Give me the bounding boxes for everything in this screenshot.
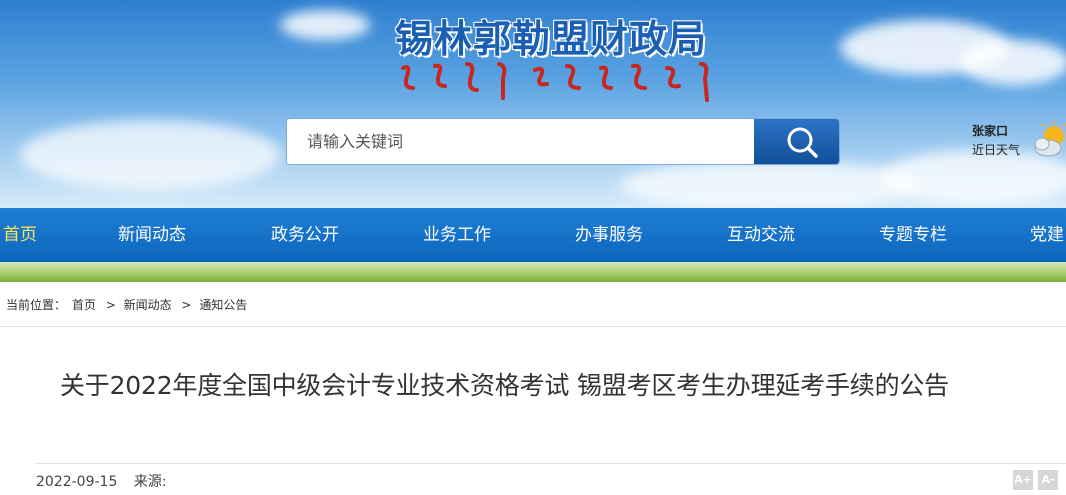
- header-banner: 锡林郭勒盟财政局 张家口 近日天气: [0, 0, 1066, 208]
- weather-widget: 张家口 近日天气: [972, 122, 1020, 160]
- mongolian-script-logo: [401, 62, 709, 102]
- breadcrumb-prefix: 当前位置：: [6, 298, 67, 312]
- search-icon: [787, 127, 818, 158]
- weather-label: 近日天气: [972, 143, 1021, 157]
- font-decrease-button[interactable]: A-: [1038, 470, 1058, 490]
- divider: [0, 326, 1066, 327]
- article-title: 关于2022年度全国中级会计专业技术资格考试 锡盟考区考生办理延考手续的公告: [60, 371, 949, 400]
- breadcrumb-notices[interactable]: 通知公告: [199, 298, 247, 312]
- nav-item-interaction[interactable]: 互动交流: [727, 208, 795, 262]
- font-increase-button[interactable]: A+: [1013, 470, 1033, 490]
- nav-item-news[interactable]: 新闻动态: [118, 208, 186, 262]
- site-title: 锡林郭勒盟财政局: [395, 16, 708, 61]
- breadcrumb-separator: >: [181, 298, 192, 312]
- nav-item-business[interactable]: 业务工作: [423, 208, 491, 262]
- cloud-decoration: [960, 40, 1066, 85]
- breadcrumb: 当前位置： 首页 > 新闻动态 > 通知公告: [6, 296, 249, 313]
- nav-item-services[interactable]: 办事服务: [575, 208, 643, 262]
- nav-item-gov-affairs[interactable]: 政务公开: [271, 208, 339, 262]
- breadcrumb-news[interactable]: 新闻动态: [124, 298, 172, 312]
- cloud-decoration: [620, 160, 920, 208]
- breadcrumb-separator: >: [105, 298, 116, 312]
- breadcrumb-home[interactable]: 首页: [72, 298, 96, 312]
- nav-item-party[interactable]: 党建: [1030, 208, 1064, 262]
- cloud-decoration: [280, 10, 370, 40]
- grassland-decoration: [0, 262, 1066, 282]
- search-button[interactable]: [754, 119, 839, 164]
- divider: [35, 463, 1066, 464]
- partly-cloudy-icon: [1034, 121, 1066, 157]
- search-input[interactable]: [287, 119, 755, 164]
- article-meta: 2022-09-15 来源:: [36, 471, 167, 491]
- cloud-decoration: [20, 120, 280, 190]
- weather-city: 张家口: [972, 124, 1009, 138]
- nav-item-topics[interactable]: 专题专栏: [879, 208, 947, 262]
- main-nav: 首页 新闻动态 政务公开 业务工作 办事服务 互动交流 专题专栏 党建: [0, 208, 1066, 262]
- article-source-label: 来源:: [133, 474, 167, 490]
- nav-item-home[interactable]: 首页: [3, 208, 37, 262]
- article-date: 2022-09-15: [36, 474, 118, 490]
- search-bar: [286, 118, 840, 165]
